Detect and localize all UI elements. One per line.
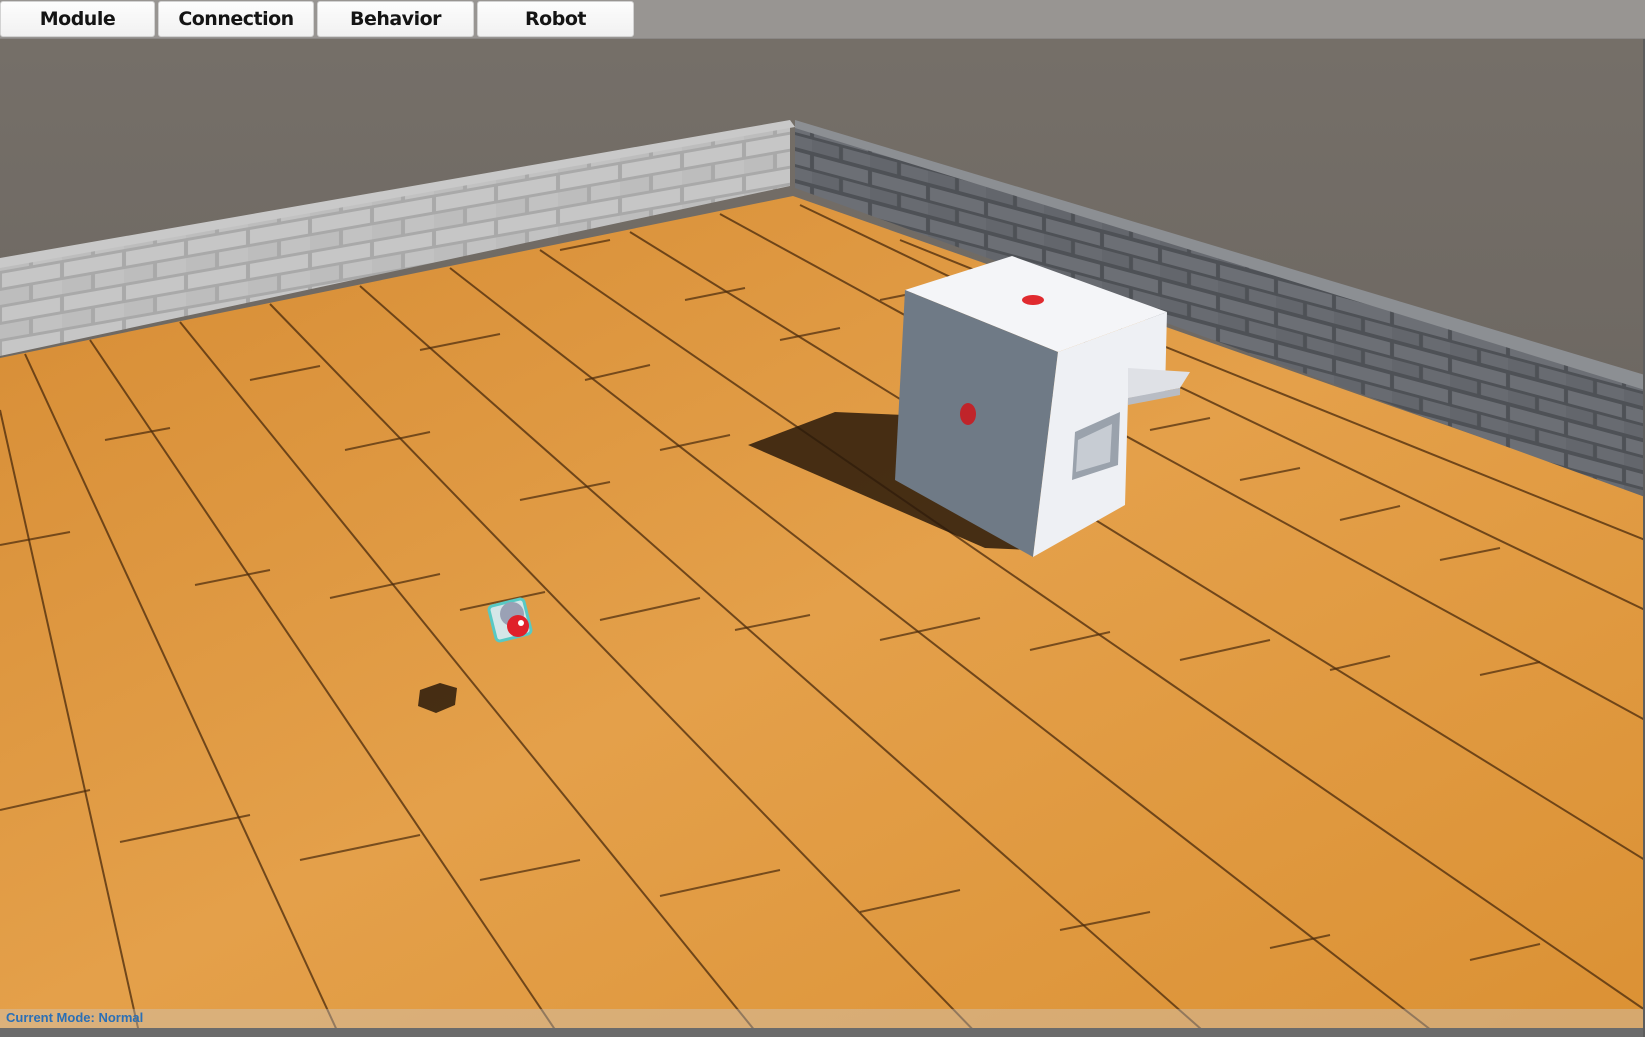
status-bar: Current Mode: Normal bbox=[0, 1009, 1645, 1028]
small-module[interactable] bbox=[487, 597, 533, 643]
simulator-window: Module Connection Behavior Robot Current… bbox=[0, 0, 1645, 1037]
top-connector bbox=[1022, 295, 1044, 305]
toolbar: Module Connection Behavior Robot bbox=[0, 0, 1645, 39]
bottom-border bbox=[0, 1028, 1645, 1037]
side-connector bbox=[960, 403, 976, 425]
3d-viewport[interactable] bbox=[0, 0, 1645, 1037]
current-mode-label: Current Mode: Normal bbox=[6, 1010, 144, 1025]
behavior-menu-button[interactable]: Behavior bbox=[317, 1, 474, 37]
scene-canvas bbox=[0, 0, 1645, 1037]
robot-menu-button[interactable]: Robot bbox=[477, 1, 634, 37]
module-menu-button[interactable]: Module bbox=[0, 1, 155, 37]
connection-menu-button[interactable]: Connection bbox=[158, 1, 314, 37]
